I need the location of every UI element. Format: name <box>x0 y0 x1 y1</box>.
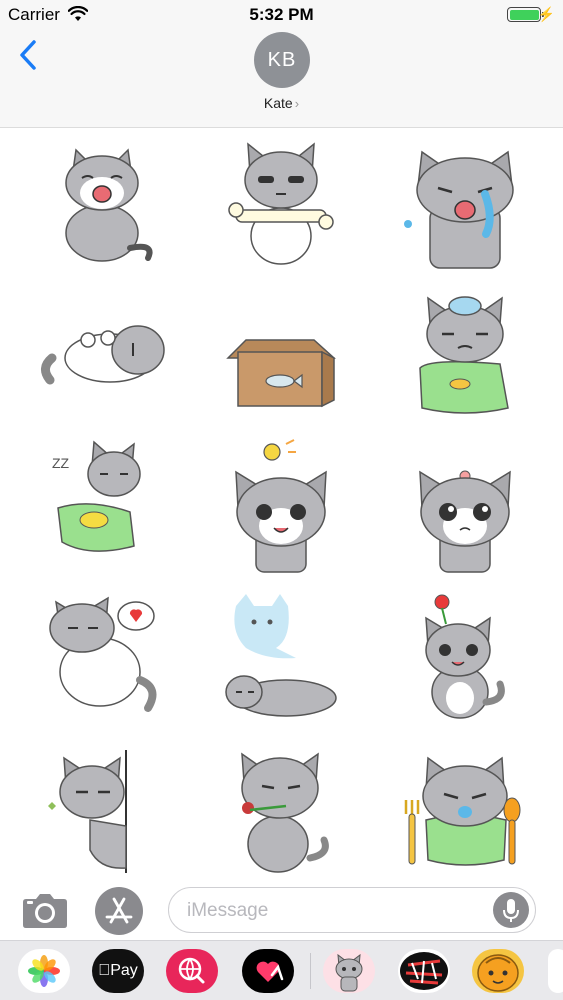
sticker-cat-sick-ice-pack[interactable] <box>390 288 540 428</box>
apple-pay-label: Pay <box>92 949 144 993</box>
camera-button[interactable] <box>22 893 68 929</box>
digital-touch-app[interactable] <box>242 949 294 993</box>
cat-sticker-app[interactable] <box>323 949 375 993</box>
sticker-cat-peeking-wall[interactable] <box>30 740 180 880</box>
sticker-cat-holding-bone[interactable] <box>206 138 356 278</box>
contact-name: Kate <box>263 95 293 111</box>
sticker-cat-hiding-in-box[interactable] <box>206 288 356 428</box>
sticker-cat-ghost-spirit[interactable] <box>206 588 356 728</box>
status-bar: Carrier 5:32 PM ⚡ <box>0 0 563 30</box>
sticker-cat-with-rose[interactable] <box>206 740 356 880</box>
sticker-cat-sleeping-blanket[interactable]: ZZ <box>30 438 180 578</box>
message-input[interactable]: iMessage <box>168 887 536 933</box>
photos-app[interactable] <box>18 949 70 993</box>
sticker-cat-with-fork-spoon[interactable] <box>390 740 540 880</box>
message-placeholder: iMessage <box>187 900 269 921</box>
chevron-left-icon <box>20 40 36 70</box>
search-images-app[interactable] <box>166 949 218 993</box>
sticker-cat-love-heart[interactable] <box>30 588 180 728</box>
charging-bolt-icon: ⚡ <box>537 6 555 22</box>
text-sticker-app[interactable] <box>398 949 450 993</box>
graffiti-sticker-icon <box>400 952 448 990</box>
sticker-grid: ZZ <box>0 128 563 876</box>
app-drawer-divider <box>310 953 311 989</box>
sticker-cat-crying-sitting[interactable] <box>30 138 180 278</box>
dictation-button[interactable] <box>493 892 529 928</box>
back-button[interactable] <box>14 36 42 74</box>
app-drawer: Pay <box>0 940 563 1000</box>
messages-screen: Carrier 5:32 PM ⚡ KB Kate › ZZ iMessage … <box>0 0 563 1000</box>
photos-icon <box>28 955 60 987</box>
app-store-icon <box>105 897 133 924</box>
sticker-cat-tears[interactable] <box>390 138 540 278</box>
heart-touch-icon <box>256 961 284 982</box>
more-apps-button[interactable] <box>548 949 563 993</box>
orange-sticker-app[interactable] <box>472 949 524 993</box>
battery-icon <box>507 7 544 22</box>
apple-pay-app[interactable]: Pay <box>92 949 144 993</box>
globe-search-icon <box>178 957 205 984</box>
sticker-cat-with-flower[interactable] <box>390 588 540 728</box>
sticker-cat-lying-on-back[interactable] <box>30 288 180 428</box>
contact-avatar[interactable]: KB <box>254 32 310 88</box>
sticker-cat-teary-eyes[interactable] <box>390 438 540 578</box>
contact-name-button[interactable]: Kate › <box>0 95 563 111</box>
orange-character-icon <box>477 954 519 992</box>
microphone-icon <box>503 899 519 922</box>
sticker-cat-idea-lightbulb[interactable] <box>206 438 356 578</box>
status-time: 5:32 PM <box>249 5 314 24</box>
svg-text:ZZ: ZZ <box>52 455 70 471</box>
conversation-header: Carrier 5:32 PM ⚡ KB Kate › <box>0 0 563 128</box>
compose-bar: iMessage <box>0 873 563 940</box>
app-store-button[interactable] <box>95 887 143 935</box>
chevron-right-icon: › <box>294 96 300 111</box>
camera-icon <box>23 894 67 928</box>
apple-pay-icon:  <box>98 962 110 979</box>
cat-sticker-icon <box>335 953 363 992</box>
